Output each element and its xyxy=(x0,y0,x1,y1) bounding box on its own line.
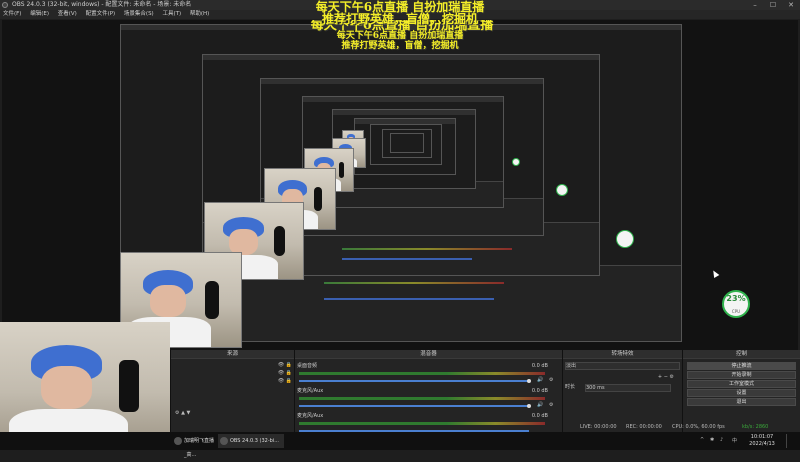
obs-icon xyxy=(220,437,228,445)
clock-date: 2022/4/13 xyxy=(749,441,775,447)
menu-scene-collection[interactable]: 场景集合(S) xyxy=(124,11,154,17)
speaker-icon[interactable]: 🔊 xyxy=(537,402,543,408)
speaker-icon[interactable]: 🔊 xyxy=(537,377,543,383)
menu-help[interactable]: 帮助(H) xyxy=(190,11,209,17)
windows-taskbar: 加瑞明飞直播_高... OBS 24.0.3 (32-bi... ^ ✱ ♪ 中… xyxy=(0,432,800,458)
duration-label: 时长 xyxy=(565,384,576,390)
gear-icon[interactable]: ⚙ xyxy=(670,374,674,381)
sources-dock-title: 来源 xyxy=(171,350,294,359)
show-desktop-button[interactable] xyxy=(786,434,796,448)
obs-app-icon xyxy=(2,2,8,8)
up-icon[interactable]: ▲ xyxy=(181,410,185,417)
eye-icon[interactable]: 👁 xyxy=(278,370,284,377)
cpu-badge-small xyxy=(616,230,634,248)
add-transition-button[interactable]: + xyxy=(658,374,662,380)
system-clock[interactable]: 10:01:07 2022/4/13 xyxy=(744,434,780,448)
recursive-meter xyxy=(324,298,494,300)
lock-icon[interactable]: 🔒 xyxy=(286,362,292,369)
volume-slider-knob[interactable] xyxy=(527,404,531,408)
preview-canvas[interactable]: 每天下午6点直播 自扮加瑞直播 23% CPU xyxy=(2,20,798,350)
overlay-hero-text-echo: 推荐打野英雄，盲僧，挖掘机 xyxy=(341,41,459,51)
volume-meter xyxy=(299,397,545,400)
live-status: LIVE: 00:00:00 xyxy=(580,424,617,430)
rec-status: REC: 00:00:00 xyxy=(626,424,662,430)
menu-profile[interactable]: 配置文件(P) xyxy=(86,11,116,17)
remove-transition-button[interactable]: − xyxy=(664,374,668,380)
mixer-dock-title: 混音器 xyxy=(295,350,562,359)
menu-view[interactable]: 查看(V) xyxy=(58,11,77,17)
cpu-badge-small xyxy=(556,184,568,196)
studio-mode-button[interactable]: 工作室模式 xyxy=(687,380,796,388)
lock-icon[interactable]: 🔒 xyxy=(286,378,292,385)
gear-icon[interactable]: ⚙ xyxy=(175,410,179,417)
cpu-badge-small xyxy=(512,158,520,166)
menu-edit[interactable]: 编辑(E) xyxy=(30,11,49,17)
mouse-cursor-icon xyxy=(710,268,720,279)
controls-dock-title: 控制 xyxy=(683,350,800,359)
clock-time: 10:01:07 xyxy=(750,434,774,440)
ime-icon[interactable]: 中 xyxy=(732,437,737,444)
down-icon[interactable]: ▼ xyxy=(187,410,191,417)
gear-icon[interactable]: ⚙ xyxy=(549,377,553,383)
network-icon[interactable]: ✱ xyxy=(710,437,714,443)
source-item[interactable]: 👁 🔒 xyxy=(173,370,292,377)
volume-icon[interactable]: ♪ xyxy=(720,437,723,443)
taskbar-item-obs[interactable]: OBS 24.0.3 (32-bi... xyxy=(218,434,284,448)
recursive-meter xyxy=(342,258,472,260)
eye-icon[interactable]: 👁 xyxy=(278,378,284,385)
settings-button[interactable]: 设置 xyxy=(687,389,796,397)
volume-meter xyxy=(299,372,545,375)
recursive-preview-frame xyxy=(390,133,424,153)
transitions-dock-title: 转场特效 xyxy=(563,350,682,359)
tray-expand-icon[interactable]: ^ xyxy=(700,437,704,443)
overlay-hero-text: 推荐打野英雄，盲僧，挖掘机 xyxy=(321,12,478,26)
start-recording-button[interactable]: 开始录制 xyxy=(687,371,796,379)
duration-input[interactable]: 300 ms xyxy=(585,384,671,392)
app-icon xyxy=(174,437,182,445)
eye-icon[interactable]: 👁 xyxy=(278,362,284,369)
mixer-channel-db: 0.0 dB xyxy=(531,388,548,394)
volume-slider[interactable] xyxy=(299,380,529,382)
mixer-channel-db: 0.0 dB xyxy=(531,363,548,369)
source-item[interactable]: 👁 🔒 xyxy=(173,362,292,369)
transition-add-remove: + − ⚙ xyxy=(565,374,674,381)
status-bar: LIVE: 00:00:00 REC: 00:00:00 CPU: 0.0%, … xyxy=(0,423,800,432)
recursive-meter xyxy=(324,282,504,284)
sources-toolbar: ⚙ ▲ ▼ xyxy=(175,410,292,417)
volume-slider-knob[interactable] xyxy=(527,379,531,383)
window-title: OBS 24.0.3 (32-bit, windows) - 配置文件: 未命名… xyxy=(12,1,192,8)
close-button[interactable]: ✕ xyxy=(782,0,800,10)
maximize-button[interactable]: ☐ xyxy=(764,0,782,10)
taskbar-item-stream[interactable]: 加瑞明飞直播_高... xyxy=(172,434,216,458)
stop-streaming-button[interactable]: 停止推流 xyxy=(687,362,796,370)
cpu-usage-badge: 23% CPU xyxy=(722,290,750,318)
recursive-meter xyxy=(342,248,512,250)
gear-icon[interactable]: ⚙ xyxy=(549,402,553,408)
lock-icon[interactable]: 🔒 xyxy=(286,370,292,377)
exit-button[interactable]: 退出 xyxy=(687,398,796,406)
menu-tools[interactable]: 工具(T) xyxy=(162,11,181,17)
source-item[interactable]: 👁 🔒 xyxy=(173,378,292,385)
transition-select[interactable]: 淡出 xyxy=(565,362,680,370)
menu-file[interactable]: 文件(F) xyxy=(3,11,21,17)
mixer-channel-db: 0.0 dB xyxy=(531,413,548,419)
volume-slider[interactable] xyxy=(299,405,529,407)
cpu-status: CPU: 0.0%, 60.00 fps xyxy=(672,424,725,430)
bitrate-status: kb/s: 2860 xyxy=(742,424,769,430)
minimize-button[interactable]: – xyxy=(746,0,764,10)
